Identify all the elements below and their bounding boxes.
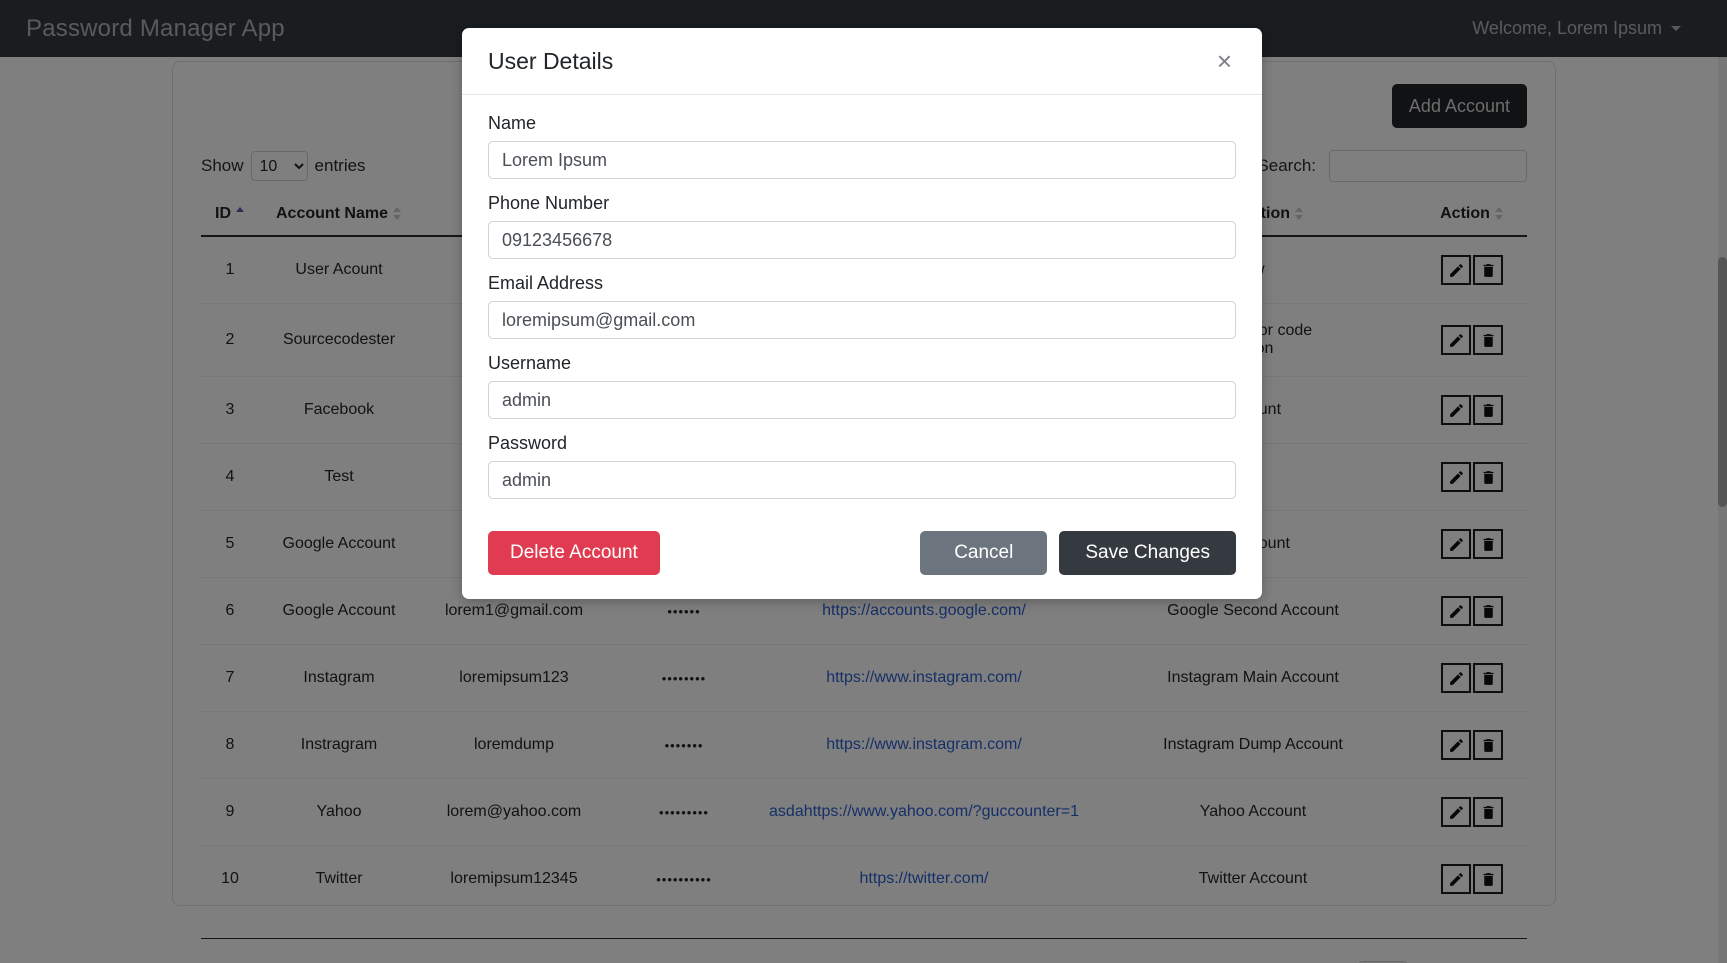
close-icon[interactable]: ×: [1211, 47, 1238, 75]
form-group-username-field: Username: [488, 353, 1236, 419]
modal-footer-actions: Cancel Save Changes: [920, 531, 1236, 575]
email-field[interactable]: [488, 301, 1236, 339]
modal-header: User Details ×: [462, 28, 1262, 95]
form-group-email-field: Email Address: [488, 273, 1236, 339]
modal-title: User Details: [488, 47, 614, 74]
name-field[interactable]: [488, 141, 1236, 179]
app-root: Password Manager App Welcome, Lorem Ipsu…: [0, 0, 1727, 963]
page-scrollbar[interactable]: [1718, 57, 1727, 963]
user-details-modal: User Details × Name Phone Number Email Add…: [462, 28, 1262, 599]
save-changes-button[interactable]: Save Changes: [1059, 531, 1236, 575]
username-field[interactable]: [488, 381, 1236, 419]
password-field-label: Password: [488, 433, 568, 453]
username-field-label: Username: [488, 353, 572, 373]
phone-field[interactable]: [488, 221, 1236, 259]
modal-footer: Delete Account Cancel Save Changes: [462, 521, 1262, 599]
password-field[interactable]: [488, 461, 1236, 499]
email-field-label: Email Address: [488, 273, 604, 293]
modal-body: Name Phone Number Email Address Username Pas…: [462, 95, 1262, 521]
form-group-phone-field: Phone Number: [488, 193, 1236, 259]
cancel-button[interactable]: Cancel: [920, 531, 1048, 575]
scrollbar-thumb[interactable]: [1718, 257, 1727, 507]
form-group-password-field: Password: [488, 433, 1236, 499]
name-field-label: Name: [488, 113, 537, 133]
delete-account-button[interactable]: Delete Account: [488, 531, 660, 575]
phone-field-label: Phone Number: [488, 193, 610, 213]
form-group-name-field: Name: [488, 113, 1236, 179]
